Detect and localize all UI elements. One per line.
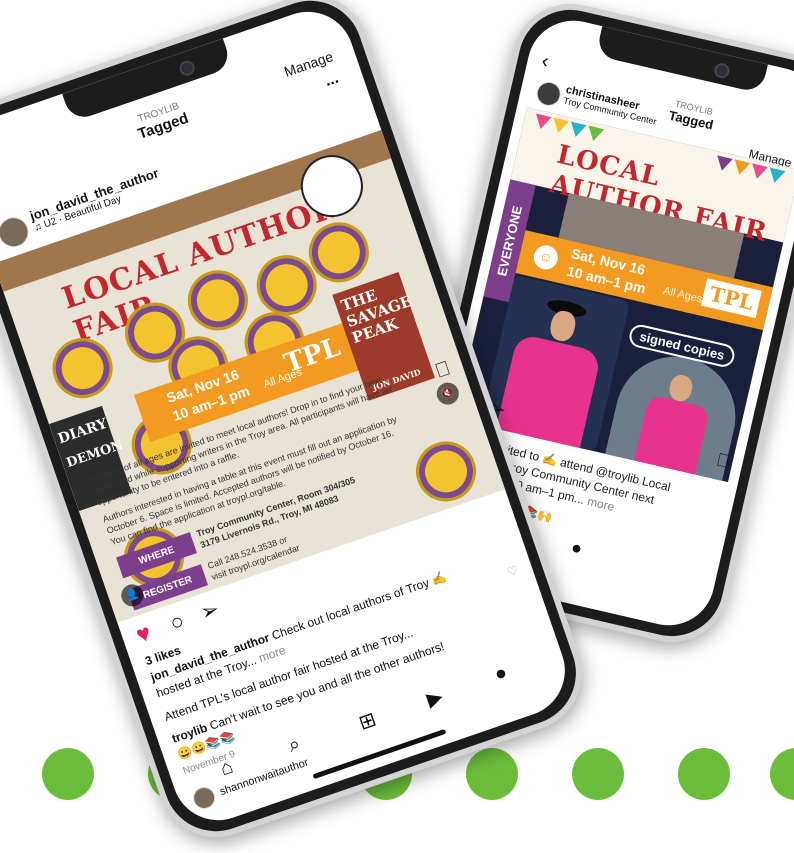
author-avatar[interactable] (0, 213, 33, 252)
post-image[interactable]: LOCAL AUTHOR FAIR EVERYONE ☺ Sat, Nov 16… (455, 107, 794, 483)
create-post-icon[interactable]: ⊞ (355, 707, 379, 736)
back-icon[interactable]: ‹ (539, 50, 551, 74)
event-ages: All Ages (662, 284, 704, 306)
comment-icon[interactable]: ○ (167, 608, 188, 637)
mute-icon[interactable]: 🔇 (433, 379, 462, 408)
green-dot (572, 748, 624, 800)
reels-icon[interactable]: ▶ (423, 684, 446, 713)
phone-screen: ‹ TROYLIB Tagged Manage ... jon_david_th… (0, 0, 578, 833)
search-icon[interactable]: ⌕ (285, 732, 303, 757)
home-icon[interactable]: ⌂ (217, 756, 236, 782)
post-avatar[interactable] (534, 79, 564, 109)
green-dot (466, 748, 518, 800)
author-button-pin (407, 433, 485, 510)
like-icon[interactable]: ♥ (133, 619, 156, 650)
green-dot (42, 748, 94, 800)
green-dot (770, 748, 794, 800)
comment-like-icon[interactable]: ♡ (505, 562, 521, 582)
green-dot (678, 748, 730, 800)
profile-icon[interactable]: ● (569, 537, 584, 560)
calendar-icon: ☺ (531, 243, 561, 272)
camera-icon (712, 61, 731, 80)
profile-icon[interactable]: ● (492, 661, 511, 687)
library-logo: TPL (700, 278, 762, 319)
author-button-pin (44, 329, 121, 407)
camera-icon (177, 58, 197, 78)
share-icon[interactable]: ➢ (197, 596, 223, 627)
